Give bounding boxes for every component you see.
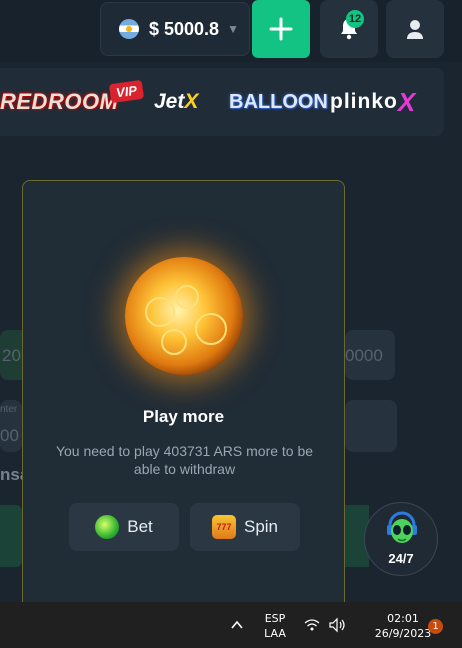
keyboard-layout: LAA: [264, 627, 286, 640]
game-balloon[interactable]: BALLOON: [229, 68, 328, 136]
game-jetx-label: Jet: [154, 90, 185, 113]
amount-right-value: 0000: [345, 346, 383, 365]
profile-button[interactable]: [386, 0, 444, 58]
input-field-label: nter: [0, 404, 18, 415]
volume-icon[interactable]: [328, 617, 346, 633]
support-button[interactable]: 24/7: [364, 502, 438, 576]
argentina-flag-icon: [119, 19, 139, 39]
notifications-button[interactable]: 12: [320, 0, 378, 58]
slot-777-icon: 777: [211, 515, 236, 539]
notification-center-badge[interactable]: 1: [428, 619, 443, 634]
input-field-value: 00: [0, 426, 19, 445]
alien-support-icon: [387, 511, 417, 543]
bet-button[interactable]: Bet: [69, 503, 179, 551]
user-icon: [407, 20, 423, 39]
modal-title: Play more: [142, 407, 225, 426]
modal-description: You need to play 403731 ARS more to be a…: [55, 443, 314, 477]
chevron-up-icon[interactable]: [229, 617, 245, 633]
games-carousel: REDROOM Jet X BALLOON plinko X: [0, 68, 444, 136]
os-taskbar: ESP LAA 02:01 26/9/2023 1: [0, 602, 462, 648]
amount-left-value: 20: [2, 346, 21, 365]
game-balloon-label: BALLOON: [229, 90, 328, 113]
deposit-button[interactable]: [252, 0, 310, 58]
game-redroom[interactable]: REDROOM: [0, 68, 118, 136]
language-indicator[interactable]: ESP LAA: [258, 611, 292, 641]
game-plinko[interactable]: plinko X: [330, 68, 416, 136]
balance-selector[interactable]: $ 5000.8 ▼: [100, 2, 250, 56]
play-more-modal: Play more You need to play 403731 ARS mo…: [22, 180, 345, 620]
action-bar-left[interactable]: [0, 505, 22, 567]
notification-count-badge: 12: [346, 10, 364, 28]
ball-icon: [95, 515, 120, 539]
chevron-down-icon: ▼: [227, 22, 239, 36]
game-jetx[interactable]: Jet X: [154, 68, 198, 136]
wifi-icon[interactable]: [304, 618, 320, 632]
input-field-right[interactable]: [345, 400, 397, 452]
game-jetx-accent: X: [184, 90, 199, 113]
spin-button[interactable]: 777 Spin: [190, 503, 300, 551]
plus-icon: [269, 17, 293, 41]
coins-fire-icon: [125, 257, 243, 375]
support-label: 24/7: [388, 551, 414, 566]
language-code: ESP: [264, 612, 286, 625]
spin-button-label: Spin: [243, 517, 279, 536]
game-plinko-label: plinko: [330, 90, 398, 113]
game-redroom-label: REDROOM: [0, 89, 119, 114]
game-plinko-accent: X: [397, 86, 417, 117]
balance-amount: $ 5000.8: [149, 18, 220, 39]
top-bar: $ 5000.8 ▼ 12: [0, 0, 462, 62]
bet-button-label: Bet: [127, 517, 153, 536]
